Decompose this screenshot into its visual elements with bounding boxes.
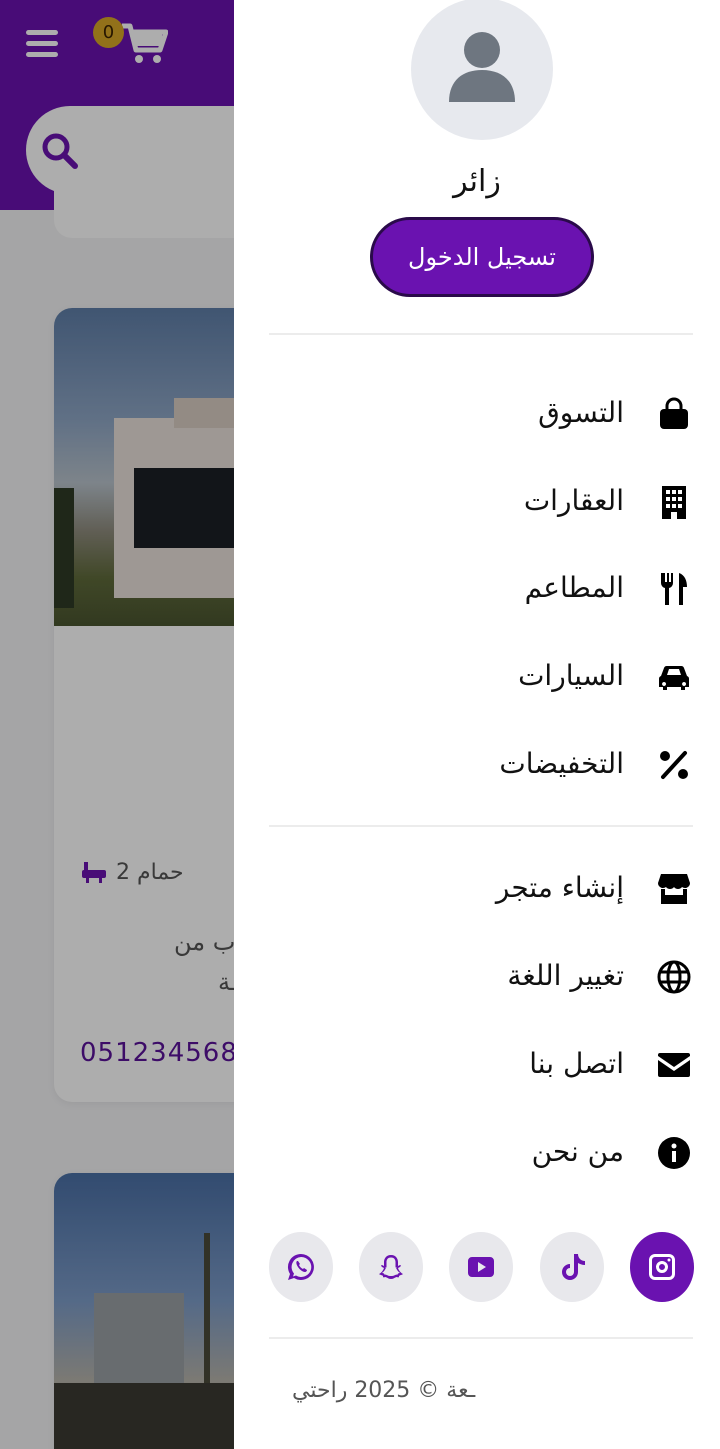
divider xyxy=(269,825,693,827)
instagram-icon xyxy=(649,1254,675,1280)
divider xyxy=(269,1337,693,1339)
menu-item-label: تغيير اللغة xyxy=(507,959,624,992)
menu-item-label: اتصل بنا xyxy=(529,1047,624,1080)
menu-item-about-us[interactable]: من نحن xyxy=(234,1123,720,1183)
menu-item-label: السيارات xyxy=(518,659,624,692)
percent-icon xyxy=(656,747,692,783)
menu-item-restaurants[interactable]: المطاعم xyxy=(234,559,720,619)
menu-item-label: العقارات xyxy=(523,484,624,517)
snapchat-icon xyxy=(379,1255,403,1279)
user-name: زائر xyxy=(453,164,501,199)
whatsapp-button[interactable] xyxy=(269,1232,333,1302)
menu-item-label: من نحن xyxy=(531,1135,624,1168)
avatar xyxy=(411,0,553,140)
globe-icon xyxy=(656,959,692,995)
menu-item-change-language[interactable]: تغيير اللغة xyxy=(234,947,720,1007)
divider xyxy=(269,333,693,335)
instagram-button[interactable] xyxy=(630,1232,694,1302)
menu-item-label: التسوق xyxy=(538,396,624,429)
menu-item-shopping[interactable]: التسوق xyxy=(234,384,720,444)
youtube-icon xyxy=(468,1257,494,1277)
utensils-icon xyxy=(656,571,692,607)
copyright-text: ـعة © 2025 راحتي xyxy=(292,1378,476,1403)
navigation-drawer: زائر تسجيل الدخول التسوق العقارات المطاع… xyxy=(234,0,720,1449)
social-links xyxy=(269,1232,699,1302)
snapchat-button[interactable] xyxy=(359,1232,423,1302)
menu-item-contact-us[interactable]: اتصل بنا xyxy=(234,1035,720,1095)
menu-item-label: التخفيضات xyxy=(499,747,624,780)
tiktok-icon xyxy=(562,1254,585,1280)
user-icon xyxy=(449,32,515,102)
menu-item-realestate[interactable]: العقارات xyxy=(234,472,720,532)
menu-item-discounts[interactable]: التخفيضات xyxy=(234,735,720,795)
whatsapp-icon xyxy=(287,1253,314,1280)
envelope-icon xyxy=(656,1047,692,1083)
menu-item-label: إنشاء متجر xyxy=(495,871,624,904)
building-icon xyxy=(656,484,692,520)
menu-item-label: المطاعم xyxy=(524,571,624,604)
car-icon xyxy=(656,659,692,695)
info-icon xyxy=(656,1135,692,1171)
tiktok-button[interactable] xyxy=(540,1232,604,1302)
login-button[interactable]: تسجيل الدخول xyxy=(370,217,594,297)
menu-item-cars[interactable]: السيارات xyxy=(234,647,720,707)
youtube-button[interactable] xyxy=(449,1232,513,1302)
menu-item-create-store[interactable]: إنشاء متجر xyxy=(234,859,720,919)
store-icon xyxy=(656,871,692,907)
shopping-bag-icon xyxy=(656,396,692,432)
